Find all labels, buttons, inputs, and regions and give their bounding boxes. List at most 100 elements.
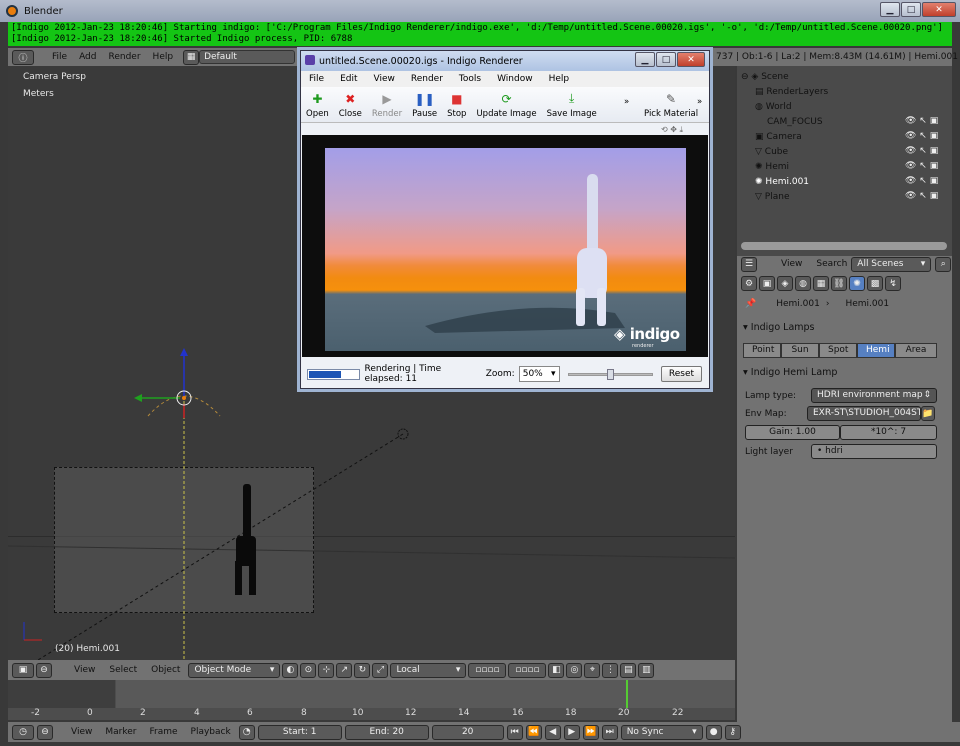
pick-material-tool-button[interactable]: ✎ Pick Material xyxy=(639,91,703,120)
layers-grid-2[interactable]: ▫▫▫▫ xyxy=(508,662,547,678)
render-tool-button[interactable]: ▶ Render xyxy=(367,91,407,120)
indigo-menu-window[interactable]: Window xyxy=(489,74,541,84)
indigo-maximize-button[interactable]: □ xyxy=(656,52,676,67)
physics-tab-icon[interactable]: ↯ xyxy=(885,276,901,291)
scale-icon[interactable]: ⤢ xyxy=(372,662,389,678)
indigo-close-button[interactable]: ✕ xyxy=(677,52,705,67)
outliner-row-world[interactable]: ◍ World xyxy=(737,99,952,114)
outliner-menu-view[interactable]: View xyxy=(781,259,802,269)
menu-render[interactable]: Render xyxy=(103,52,147,62)
jump-end-icon[interactable]: ⏭ xyxy=(601,724,618,740)
env-map-field[interactable]: EXR-ST\STUDIOH_004ST.exr xyxy=(807,406,921,421)
record-icon[interactable]: ● xyxy=(705,724,722,740)
start-frame-field[interactable]: Start: 1 xyxy=(257,724,342,740)
screen-layout-icon[interactable]: ▦ xyxy=(183,49,200,65)
expand-icon[interactable]: ⊖ xyxy=(741,72,749,82)
pause-tool-button[interactable]: ❚❚ Pause xyxy=(407,91,442,120)
collapse-icon[interactable]: ⊖ xyxy=(36,662,52,678)
outliner-scrollbar[interactable] xyxy=(741,242,947,250)
info-editor-type-icon[interactable]: ⓘ xyxy=(12,49,34,65)
constraints-tab-icon[interactable]: ⛓ xyxy=(831,276,847,291)
pivot-icon[interactable]: ⊙ xyxy=(300,662,317,678)
indigo-menu-edit[interactable]: Edit xyxy=(332,74,365,84)
reset-button[interactable]: Reset xyxy=(660,366,702,382)
indigo-menu-view[interactable]: View xyxy=(366,74,403,84)
open-tool-button[interactable]: ✚ Open xyxy=(301,91,334,120)
render-tab-icon[interactable]: ▣ xyxy=(759,276,775,291)
indigo-hemi-lamp-header[interactable]: ▾ Indigo Hemi Lamp xyxy=(743,367,837,378)
snap-icon[interactable]: ⌖ xyxy=(584,662,601,678)
indigo-menu-tools[interactable]: Tools xyxy=(451,74,489,84)
render-canvas[interactable]: ◈ indigo renderer xyxy=(302,135,708,357)
menu-view[interactable]: View xyxy=(68,665,101,675)
indigo-menu-render[interactable]: Render xyxy=(403,74,451,84)
menu-help[interactable]: Help xyxy=(147,52,180,62)
menu-playback[interactable]: Playback xyxy=(186,727,236,737)
minimize-button[interactable]: ▁ xyxy=(880,2,900,17)
jump-start-icon[interactable]: ⏮ xyxy=(506,724,523,740)
file-browse-icon[interactable]: 📁 xyxy=(921,406,935,421)
rotate-icon[interactable]: ↻ xyxy=(354,662,371,678)
close-tool-button[interactable]: ✖ Close xyxy=(334,91,367,120)
menu-marker[interactable]: Marker xyxy=(100,727,141,737)
visibility-toggles[interactable]: 👁 ↖ ▣ 👁 ↖ ▣ 👁 ↖ ▣ 👁 ↖ ▣ 👁 ↖ ▣ 👁 ↖ ▣ xyxy=(905,114,938,204)
tab-spot[interactable]: Spot xyxy=(819,343,857,358)
next-keyframe-icon[interactable]: ⏩ xyxy=(582,724,599,740)
indigo-menu-help[interactable]: Help xyxy=(541,74,578,84)
tab-area[interactable]: Area xyxy=(895,343,937,358)
save-image-tool-button[interactable]: ⤓ Save Image xyxy=(542,91,602,119)
world-tab-icon[interactable]: ◍ xyxy=(795,276,811,291)
sync-mode-select[interactable]: No Sync ▾ xyxy=(620,724,703,740)
render-preview-icon[interactable]: ▤ xyxy=(620,662,637,678)
indigo-minimize-button[interactable]: ▁ xyxy=(635,52,655,67)
preview-range-icon[interactable]: ◔ xyxy=(238,724,255,740)
object-mode-select[interactable]: Object Mode ▾ xyxy=(188,662,281,678)
outliner-menu-search[interactable]: Search xyxy=(816,259,847,269)
keying-set-icon[interactable]: ⚷ xyxy=(724,724,741,740)
current-frame-marker[interactable] xyxy=(626,680,628,708)
tab-point[interactable]: Point xyxy=(743,343,781,358)
outliner-search-icon[interactable]: ⌕ xyxy=(935,256,952,272)
outliner-row-scene[interactable]: ⊖ ◈ Scene xyxy=(737,69,952,84)
indigo-menu-file[interactable]: File xyxy=(301,74,332,84)
outliner-type-icon[interactable]: ☰ xyxy=(741,256,757,272)
end-frame-field[interactable]: End: 20 xyxy=(344,724,429,740)
light-layer-field[interactable]: • hdri xyxy=(811,444,937,459)
lock-layers-icon[interactable]: ◧ xyxy=(548,662,565,678)
layers-grid-1[interactable]: ▫▫▫▫ xyxy=(468,662,507,678)
stop-tool-button[interactable]: ■ Stop xyxy=(442,91,471,120)
tab-hemi[interactable]: Hemi xyxy=(857,343,895,358)
menu-file[interactable]: File xyxy=(46,52,73,62)
transform-orientation-select[interactable]: Local ▾ xyxy=(390,662,467,678)
indigo-lamps-header[interactable]: ▾ Indigo Lamps xyxy=(743,322,815,333)
outliner-filter-select[interactable]: All Scenes ▾ xyxy=(851,256,932,272)
screen-layout-select[interactable]: Default xyxy=(199,50,296,64)
menu-object[interactable]: Object xyxy=(145,665,186,675)
play-icon[interactable]: ▶ xyxy=(563,724,580,740)
play-reverse-icon[interactable]: ◀ xyxy=(544,724,561,740)
maximize-button[interactable]: □ xyxy=(901,2,921,17)
shading-icon[interactable]: ◐ xyxy=(282,662,299,678)
pin-icon[interactable]: 📌 xyxy=(745,299,756,309)
manipulator-icon[interactable]: ⊹ xyxy=(318,662,335,678)
menu-frame[interactable]: Frame xyxy=(144,727,182,737)
panel-dock-icons[interactable]: ⟲ ✥ ⤓ xyxy=(661,125,683,135)
close-button[interactable]: ✕ xyxy=(922,2,956,17)
gain-field[interactable]: Gain: 1.00 xyxy=(745,425,840,440)
zoom-slider-knob[interactable] xyxy=(606,368,614,380)
snap-target-icon[interactable]: ⋮ xyxy=(602,662,619,678)
menu-view[interactable]: View xyxy=(66,727,97,737)
lamp-data-tab-icon[interactable]: ✺ xyxy=(849,276,865,291)
properties-type-icon[interactable]: ⚙ xyxy=(741,276,757,291)
zoom-select[interactable]: 50% ▾ xyxy=(518,366,560,382)
gain-exponent-field[interactable]: *10^: 7 xyxy=(840,425,937,440)
tab-sun[interactable]: Sun xyxy=(781,343,819,358)
zoom-slider[interactable] xyxy=(567,368,653,380)
update-image-tool-button[interactable]: ⟳ Update Image xyxy=(471,91,541,120)
render-anim-icon[interactable]: ▥ xyxy=(638,662,655,678)
outliner-row-renderlayers[interactable]: ▤ RenderLayers xyxy=(737,84,952,99)
menu-select[interactable]: Select xyxy=(103,665,143,675)
outliner[interactable]: ⊖ ◈ Scene ▤ RenderLayers ◍ World CAM_FOC… xyxy=(737,66,952,256)
toolbar-overflow-icon-2[interactable]: » xyxy=(697,97,702,107)
toolbar-overflow-icon[interactable]: » xyxy=(624,97,629,107)
